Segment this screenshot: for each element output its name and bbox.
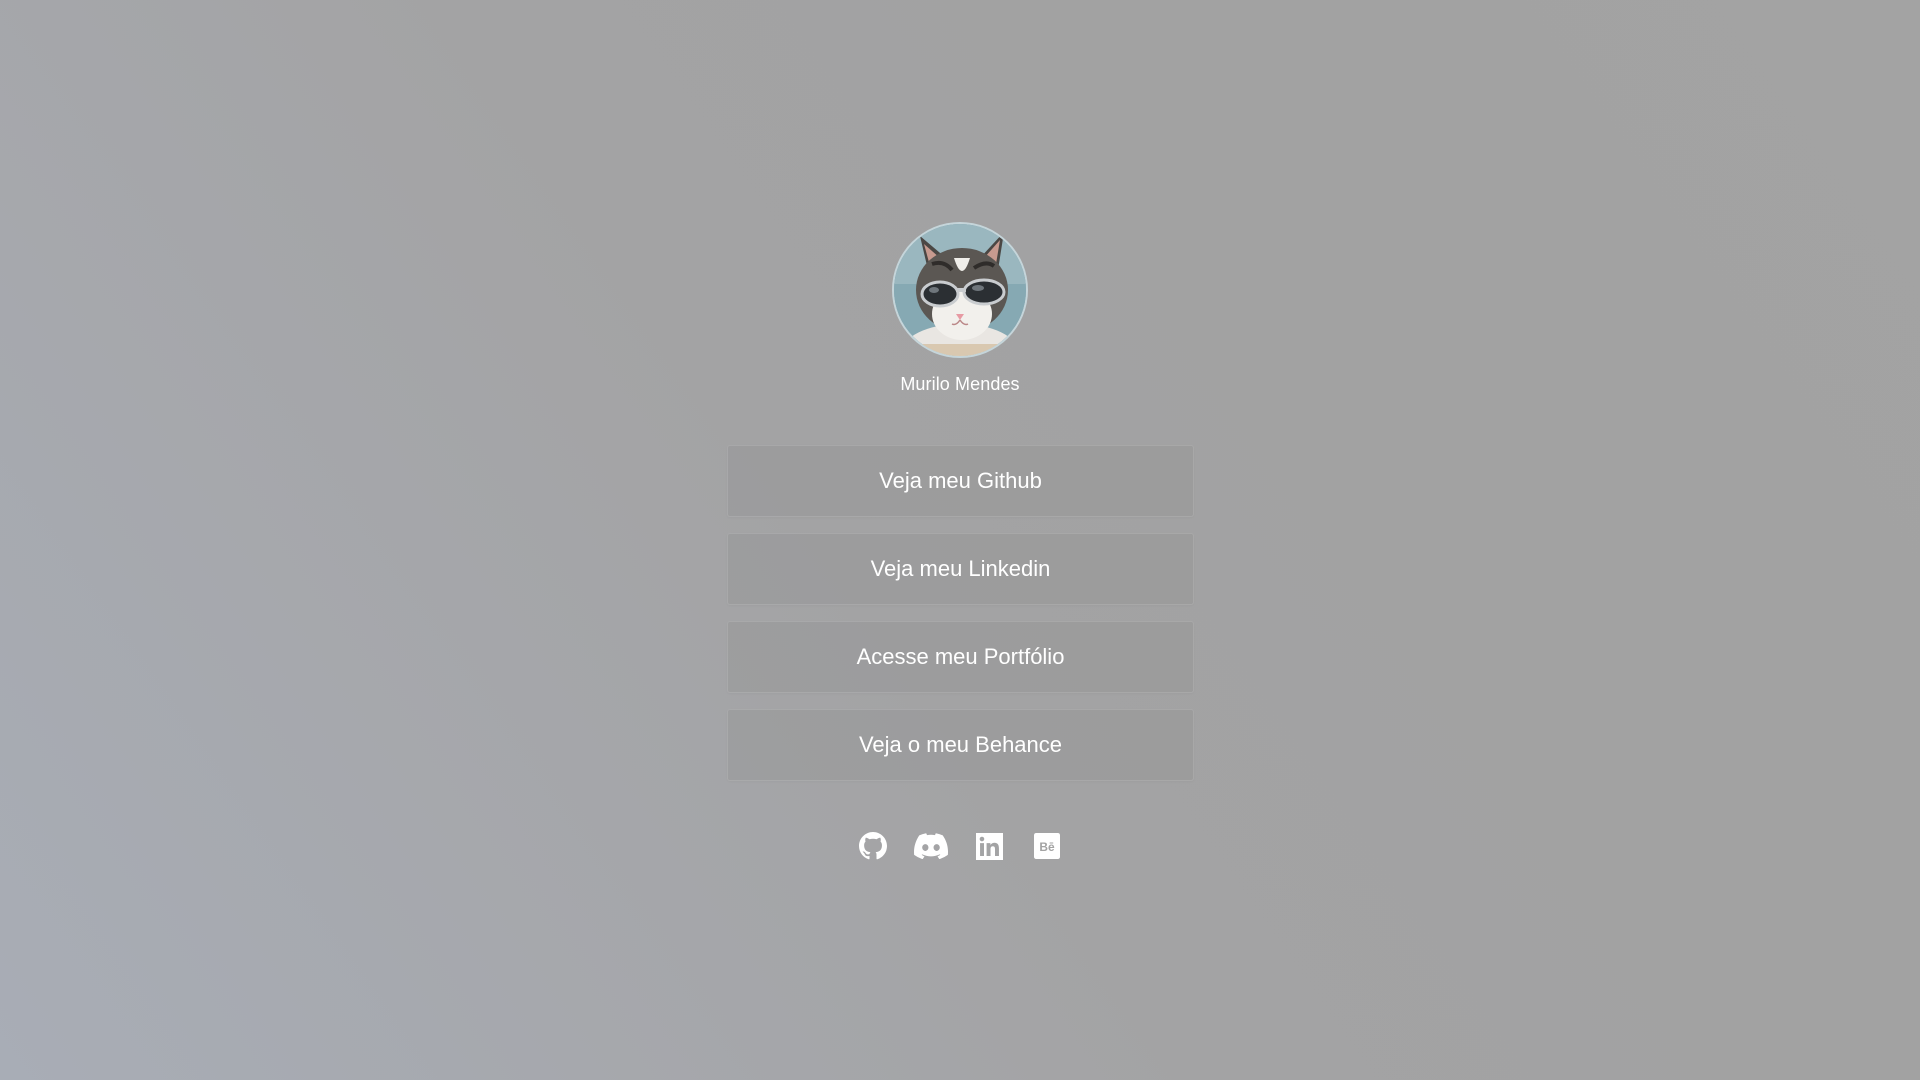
profile-name: Murilo Mendes: [900, 374, 1020, 394]
github-link-button[interactable]: Veja meu Github: [727, 445, 1194, 517]
svg-text:Bē: Bē: [1039, 840, 1055, 854]
linkedin-icon[interactable]: [972, 829, 1006, 863]
social-icons: Bē: [0, 829, 1920, 863]
avatar-cat-image: [894, 224, 1026, 356]
profile-header: Murilo Mendes: [0, 222, 1920, 395]
behance-icon[interactable]: Bē: [1030, 829, 1064, 863]
portfolio-link-button[interactable]: Acesse meu Portfólio: [727, 621, 1194, 693]
link-page: Murilo Mendes Veja meu Github Veja meu L…: [0, 0, 1920, 1080]
avatar: [892, 222, 1028, 358]
discord-icon[interactable]: [914, 829, 948, 863]
link-list: Veja meu Github Veja meu Linkedin Acesse…: [727, 445, 1194, 781]
linkedin-link-button[interactable]: Veja meu Linkedin: [727, 533, 1194, 605]
behance-link-button[interactable]: Veja o meu Behance: [727, 709, 1194, 781]
github-icon[interactable]: [856, 829, 890, 863]
